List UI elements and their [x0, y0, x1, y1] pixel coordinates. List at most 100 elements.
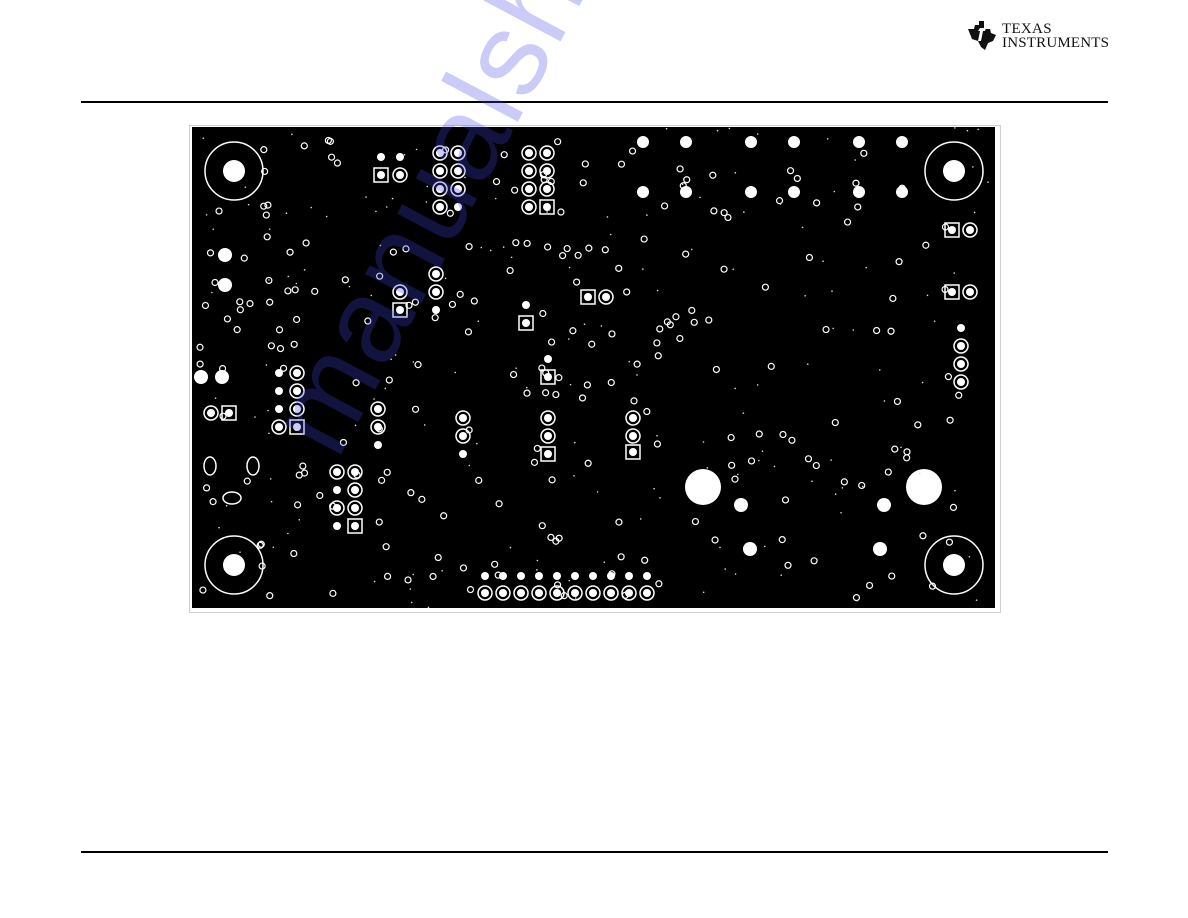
trace-dot	[409, 588, 412, 590]
pad	[734, 498, 748, 512]
trace-dot	[742, 412, 745, 414]
via	[922, 241, 930, 249]
th-pad	[207, 409, 215, 417]
trace-dot	[390, 358, 392, 361]
trace-dot	[933, 320, 936, 322]
trace-dot	[822, 260, 824, 263]
trace-dot	[536, 559, 539, 562]
trace-dot	[972, 166, 974, 168]
via	[339, 438, 348, 447]
via	[266, 298, 274, 306]
via	[779, 430, 787, 439]
via	[641, 556, 649, 564]
trace-dot	[265, 364, 268, 366]
trace-dot	[609, 233, 612, 236]
trace-dot	[801, 226, 804, 229]
via	[831, 418, 839, 427]
trace-dot	[606, 216, 609, 218]
th-pad	[629, 432, 637, 440]
via	[755, 430, 763, 438]
trace-dot	[926, 294, 929, 297]
via	[747, 457, 756, 465]
via	[683, 176, 691, 184]
via	[267, 342, 275, 350]
pad-dot	[637, 136, 649, 148]
via	[199, 586, 207, 594]
via	[299, 462, 307, 470]
trace-dot	[734, 573, 737, 575]
trace-dot	[494, 197, 497, 200]
via	[290, 340, 298, 348]
trace-dot	[826, 138, 829, 140]
via	[578, 394, 587, 402]
trace-dot	[268, 279, 270, 281]
th-pad	[293, 405, 301, 413]
trace-dot	[628, 360, 631, 363]
trace-dot	[734, 172, 737, 174]
via	[640, 235, 648, 243]
via	[236, 298, 244, 306]
via	[793, 174, 801, 183]
via	[341, 276, 349, 284]
trace-dot	[510, 256, 513, 259]
th-pad	[957, 360, 965, 368]
trace-dot	[966, 129, 969, 132]
trace-dot	[394, 354, 397, 356]
via	[500, 151, 508, 159]
trace-dot	[773, 465, 776, 468]
th-pad	[957, 378, 965, 386]
trace-dot	[375, 210, 377, 213]
trace-dot	[212, 228, 215, 231]
th-pad	[436, 203, 444, 211]
th-pad	[293, 387, 301, 395]
via	[557, 208, 565, 216]
pcb-layout-figure	[192, 127, 995, 608]
trace-dot	[347, 505, 349, 508]
via	[888, 572, 896, 580]
ti-logo: Texas Instruments	[966, 17, 1111, 55]
trace-dot	[656, 289, 659, 292]
th-pad	[454, 185, 462, 193]
th-pad	[396, 288, 404, 296]
th-pad	[589, 589, 597, 597]
trace-dot	[247, 203, 250, 206]
pad	[743, 542, 757, 556]
via	[711, 536, 719, 544]
via	[538, 522, 546, 530]
via	[615, 264, 623, 272]
trace-dot	[295, 282, 298, 285]
th-pad	[544, 432, 552, 440]
th-pad	[293, 423, 301, 431]
trace-dot	[600, 325, 603, 327]
via	[246, 300, 254, 308]
large-pad	[906, 469, 942, 505]
via	[654, 352, 662, 360]
via	[608, 330, 616, 338]
via	[511, 186, 519, 194]
trace-dot	[702, 441, 705, 443]
via	[840, 478, 848, 486]
th-pad	[517, 589, 525, 597]
via	[949, 503, 958, 512]
th-pad	[525, 149, 533, 157]
trace-dot	[464, 176, 466, 179]
via	[788, 436, 796, 444]
via	[945, 538, 954, 546]
via	[581, 160, 589, 168]
via	[382, 543, 390, 551]
trace-dot	[690, 248, 693, 251]
trace-dot	[681, 183, 684, 186]
th-pad	[544, 450, 552, 458]
th-pad	[525, 203, 533, 211]
trace-dot	[573, 474, 575, 477]
pad-dot	[896, 136, 908, 148]
via	[724, 213, 732, 222]
trace-dot	[856, 599, 859, 602]
header-rule	[81, 101, 1108, 103]
trace-dot	[603, 561, 606, 564]
th-pad	[525, 185, 533, 193]
via	[813, 199, 821, 207]
via	[547, 338, 556, 346]
oval-pad	[222, 491, 242, 505]
via	[260, 146, 268, 154]
